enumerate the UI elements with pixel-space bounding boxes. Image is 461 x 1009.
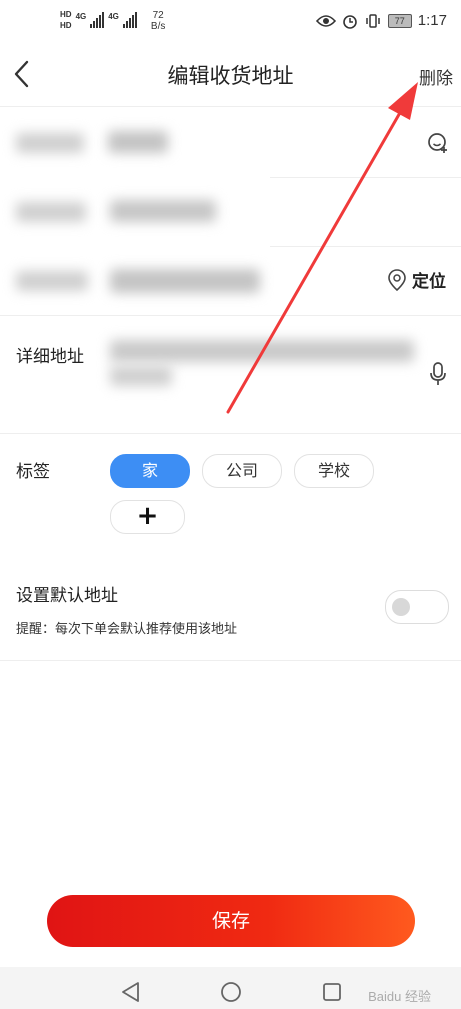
annotation-arrow <box>226 82 418 414</box>
system-nav-bar: Baidu 经验 <box>0 967 461 1009</box>
nav-back-icon[interactable] <box>120 981 140 1003</box>
save-button[interactable]: 保存 <box>47 895 415 947</box>
nav-home-icon[interactable] <box>220 981 242 1003</box>
watermark: Baidu 经验 <box>368 989 431 1004</box>
nav-recents-icon[interactable] <box>322 982 342 1002</box>
